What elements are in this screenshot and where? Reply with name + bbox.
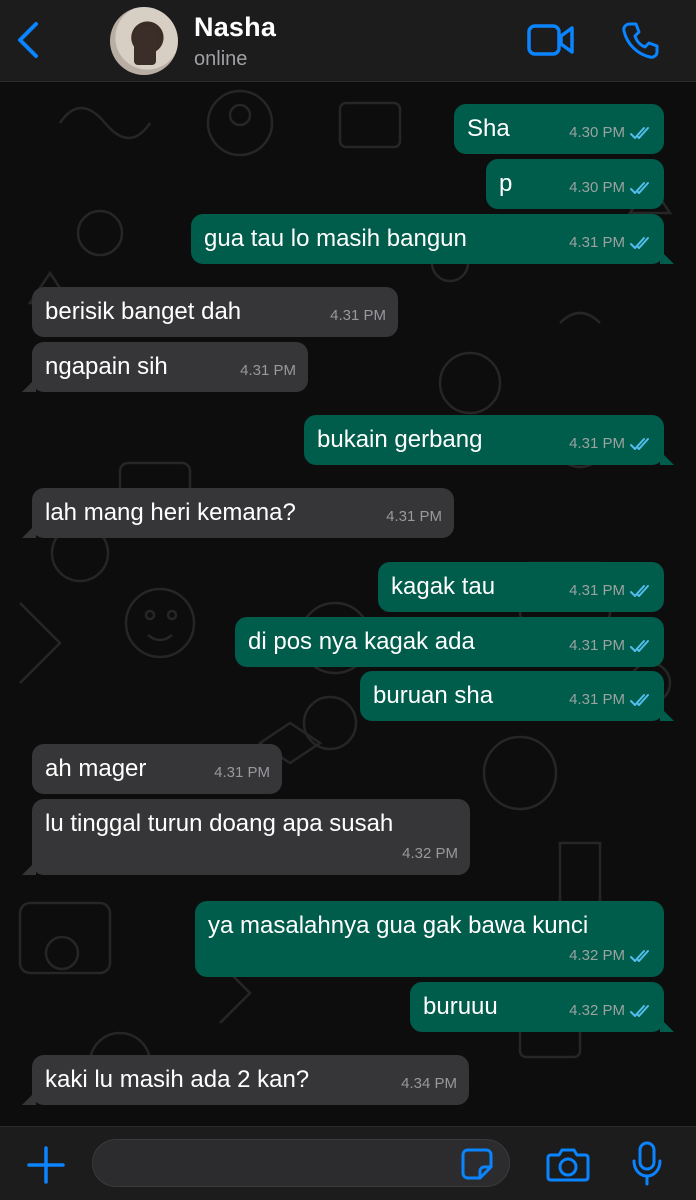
message-meta: 4.31 PM	[386, 505, 442, 529]
sticker-button[interactable]	[460, 1147, 494, 1181]
message-meta: 4.34 PM	[401, 1072, 457, 1096]
contact-name[interactable]: Nasha	[194, 12, 276, 43]
incoming-message[interactable]: kaki lu masih ada 2 kan? 4.34 PM	[22, 1055, 469, 1105]
double-check-icon	[630, 950, 649, 962]
message-text: gua tau lo masih bangun	[204, 225, 467, 252]
message-text: di pos nya kagak ada	[248, 628, 475, 655]
message-meta: 4.30 PM	[569, 121, 652, 145]
message-text: Sha	[467, 115, 510, 142]
message-time: 4.31 PM	[569, 435, 625, 452]
message-time: 4.30 PM	[569, 179, 625, 196]
message-text: p	[499, 170, 513, 197]
message-text: lah mang heri kemana?	[45, 499, 296, 526]
message-meta: 4.31 PM	[569, 432, 652, 456]
video-call-button[interactable]	[526, 22, 576, 58]
voice-message-button[interactable]	[630, 1141, 664, 1187]
message-time: 4.31 PM	[240, 362, 296, 379]
outgoing-message[interactable]: Sha 4.30 PM	[454, 104, 664, 154]
camera-icon[interactable]	[546, 1145, 590, 1183]
incoming-message[interactable]: lu tinggal turun doang apa susah 4.32 PM	[22, 799, 470, 875]
message-text: buruuu	[423, 993, 498, 1020]
double-check-icon	[630, 237, 649, 249]
back-button[interactable]	[12, 20, 46, 60]
message-meta: 4.31 PM	[569, 634, 652, 658]
sticker-icon[interactable]	[460, 1147, 494, 1181]
voice-call-button[interactable]	[620, 20, 660, 60]
message-list[interactable]: Sha 4.30 PM p 4.30 PM gua tau lo masih bangu…	[0, 83, 696, 1126]
camera-button[interactable]	[546, 1145, 590, 1183]
message-time: 4.32 PM	[569, 1002, 625, 1019]
message-text: buruan sha	[373, 682, 494, 709]
message-time: 4.31 PM	[569, 637, 625, 654]
incoming-message[interactable]: ah mager 4.31 PM	[32, 744, 282, 794]
double-check-icon	[630, 640, 649, 652]
outgoing-message[interactable]: p 4.30 PM	[486, 159, 664, 209]
contact-status: online	[194, 48, 248, 70]
message-time: 4.32 PM	[569, 947, 625, 964]
outgoing-message[interactable]: gua tau lo masih bangun 4.31 PM	[191, 214, 674, 264]
outgoing-message[interactable]: di pos nya kagak ada 4.31 PM	[235, 617, 664, 667]
message-meta: 4.31 PM	[569, 688, 652, 712]
double-check-icon	[630, 127, 649, 139]
message-time: 4.31 PM	[386, 508, 442, 525]
outgoing-message[interactable]: ya masalahnya gua gak bawa kunci 4.32 PM	[195, 901, 664, 977]
message-time: 4.34 PM	[401, 1075, 457, 1092]
double-check-icon	[630, 182, 649, 194]
double-check-icon	[630, 585, 649, 597]
message-input[interactable]	[92, 1139, 510, 1187]
message-meta: 4.31 PM	[330, 304, 386, 328]
video-camera-icon[interactable]	[526, 22, 576, 58]
message-text: ngapain sih	[45, 353, 168, 380]
message-meta: 4.30 PM	[569, 176, 652, 200]
message-meta: 4.31 PM	[214, 761, 270, 785]
message-time: 4.32 PM	[402, 845, 458, 862]
incoming-message[interactable]: lah mang heri kemana? 4.31 PM	[22, 488, 454, 538]
incoming-message[interactable]: berisik banget dah 4.31 PM	[32, 287, 398, 337]
message-text: ya masalahnya gua gak bawa kunci	[208, 912, 589, 939]
message-text: kagak tau	[391, 573, 496, 600]
message-meta: 4.31 PM	[569, 231, 652, 255]
plus-icon[interactable]	[26, 1145, 66, 1185]
message-text: lu tinggal turun doang apa susah	[45, 810, 394, 837]
phone-icon[interactable]	[620, 20, 660, 60]
message-meta: 4.32 PM	[402, 842, 458, 866]
message-meta: 4.31 PM	[569, 579, 652, 603]
message-text: ah mager	[45, 755, 147, 782]
contact-avatar[interactable]	[110, 7, 178, 75]
composer-bar	[0, 1126, 696, 1200]
outgoing-message[interactable]: buruuu 4.32 PM	[410, 982, 674, 1032]
chat-header: Nasha online	[0, 0, 696, 82]
message-time: 4.31 PM	[214, 764, 270, 781]
microphone-icon[interactable]	[630, 1141, 664, 1187]
double-check-icon	[630, 1005, 649, 1017]
message-meta: 4.32 PM	[569, 944, 652, 968]
message-text: berisik banget dah	[45, 298, 242, 325]
message-time: 4.31 PM	[569, 582, 625, 599]
message-time: 4.31 PM	[330, 307, 386, 324]
message-time: 4.31 PM	[569, 234, 625, 251]
outgoing-message[interactable]: buruan sha 4.31 PM	[360, 671, 674, 721]
outgoing-message[interactable]: bukain gerbang 4.31 PM	[304, 415, 674, 465]
outgoing-message[interactable]: kagak tau 4.31 PM	[378, 562, 664, 612]
message-meta: 4.32 PM	[569, 999, 652, 1023]
double-check-icon	[630, 694, 649, 706]
message-text: bukain gerbang	[317, 426, 483, 453]
message-time: 4.31 PM	[569, 691, 625, 708]
message-time: 4.30 PM	[569, 124, 625, 141]
message-meta: 4.31 PM	[240, 359, 296, 383]
incoming-message[interactable]: ngapain sih 4.31 PM	[22, 342, 308, 392]
message-text: kaki lu masih ada 2 kan?	[45, 1066, 310, 1093]
chevron-left-icon[interactable]	[12, 20, 46, 60]
attach-button[interactable]	[26, 1145, 66, 1185]
double-check-icon	[630, 438, 649, 450]
